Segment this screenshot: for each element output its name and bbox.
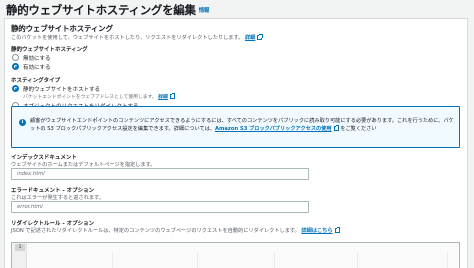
editor-guide [197,252,198,268]
host-static-website-description: バケットエンドポイントをウェブアドレスとして使用します。 詳細 [23,93,176,100]
external-link-icon [333,125,340,131]
error-document-label: エラードキュメント - オプション [11,188,95,194]
external-link-icon [257,34,263,40]
editor-guide [112,252,113,268]
public-access-notice: i 顧客がウェブサイトエンドポイントのコンテンツにアクセスできるようにするには、… [11,106,460,148]
info-icon: i [19,119,26,126]
index-document-description: ウェブサイトのホームまたはデフォルトページを指定します。 [11,162,156,168]
error-document-description: これはエラーが発生すると返されます。 [11,195,104,201]
enable-radio-label[interactable]: 有効にする [23,63,51,71]
error-document-input[interactable]: error.html [11,201,309,213]
page-title: 静的ウェブサイトホスティングを編集 情報 [6,3,210,17]
redirect-rules-description: JSON で記述されたリダイレクトルールは、特定のコンテンツのウェブページのリク… [11,227,341,234]
section-description: このバケットを使用して、ウェブサイトをホストしたり、リクエストをリダイレクトした… [11,34,263,41]
redirect-rules-editor[interactable]: 1 [11,242,460,268]
info-link[interactable]: 情報 [199,8,210,14]
enable-radio[interactable] [12,63,19,70]
index-document-input[interactable]: index.html [11,168,309,180]
disable-radio-label[interactable]: 無効にする [23,54,51,62]
editor-gutter: 1 [12,243,27,268]
hosting-type-label: ホスティングタイプ [11,78,61,84]
section-title: 静的ウェブサイトホスティング [11,24,113,33]
editor-guide [357,252,358,268]
host-static-website-radio[interactable] [12,85,19,92]
editor-guide [274,252,275,268]
disable-radio[interactable] [12,54,19,61]
line-number: 1 [15,244,25,251]
index-document-label: インデックスドキュメント [11,155,77,161]
external-link-icon [169,93,176,99]
editor-guide [447,252,448,268]
redirect-rules-label: リダイレクトルール - オプション [11,221,95,227]
redirect-rules-learn-more-link[interactable]: 詳細はこちら [301,228,332,234]
host-static-website-label[interactable]: 静的ウェブサイトをホストする [23,85,100,93]
notice-text: 顧客がウェブサイトエンドポイントのコンテンツにアクセスできるようにするには、すべ… [30,118,454,133]
section-learn-more-link[interactable]: 詳細 [245,35,255,41]
host-static-learn-more-link[interactable]: 詳細 [158,95,168,100]
external-link-icon [334,227,341,233]
block-public-access-link[interactable]: Amazon S3 ブロックパブリックアクセスの使用 [215,126,332,132]
hosting-toggle-label: 静的ウェブサイトホスティング [11,47,88,53]
